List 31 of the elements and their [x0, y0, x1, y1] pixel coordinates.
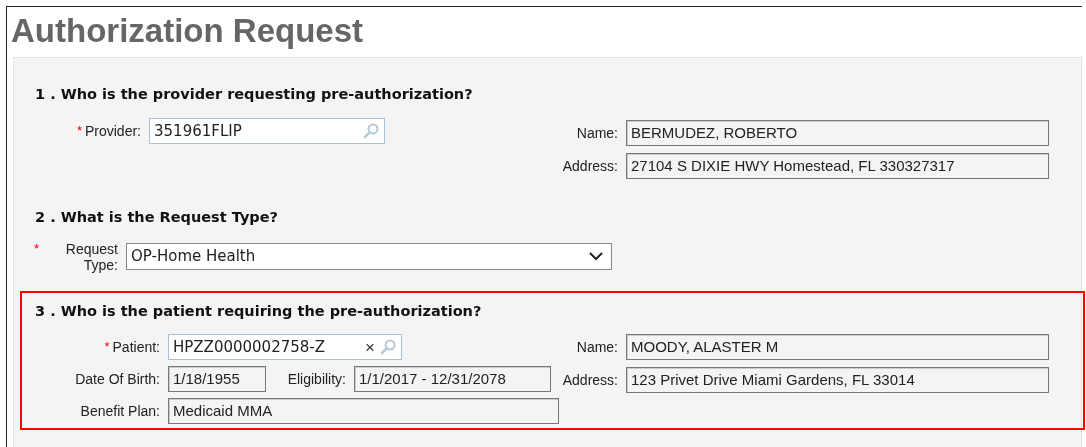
readonly-field: 1/18/1955 [168, 366, 266, 393]
clear-button[interactable]: × [365, 338, 375, 356]
lookup-field[interactable]: HPZZ0000002758-Z × [168, 334, 402, 361]
readonly-field: 27104 S DIXIE HWY Homestead, FL 330327317 [626, 152, 1049, 179]
section-heading: 3 . Who is the patient requiring the pre-authorization? [35, 301, 483, 321]
readonly-field: MOODY, ALASTER M [626, 334, 1049, 361]
readonly-field: 1/1/2017 - 12/31/2078 [354, 366, 551, 393]
field-label: Request Type: [64, 240, 118, 273]
lookup-field[interactable]: 351961FLIP [149, 117, 385, 144]
search-icon[interactable] [379, 338, 397, 357]
search-icon[interactable] [362, 121, 380, 140]
field-label: Address: [562, 157, 618, 174]
required-mark: * [34, 240, 40, 257]
request-type-select[interactable]: OP-Home Health [126, 243, 612, 270]
section-heading: 1 . Who is the provider requesting pre-authorization? [35, 85, 474, 104]
field-label: Patient: [112, 339, 160, 356]
required-mark: * [76, 122, 82, 139]
page-title: Authorization Request [11, 11, 364, 51]
readonly-field: BERMUDEZ, ROBERTO [626, 119, 1049, 146]
readonly-field: Medicaid MMA [168, 398, 559, 425]
field-label: Eligibility: [287, 371, 346, 388]
section-heading: 2 . What is the Request Type? [35, 207, 279, 227]
field-label: Name: [576, 124, 618, 141]
field-label: Name: [576, 339, 618, 356]
field-label: Date Of Birth: [75, 371, 160, 388]
field-label: Provider: [84, 122, 141, 139]
field-label: Address: [562, 372, 618, 389]
chevron-down-icon [589, 252, 603, 261]
readonly-field: 123 Privet Drive Miami Gardens, FL 33014 [626, 367, 1049, 394]
field-label: Benefit Plan: [80, 403, 160, 420]
required-mark: * [104, 339, 110, 356]
